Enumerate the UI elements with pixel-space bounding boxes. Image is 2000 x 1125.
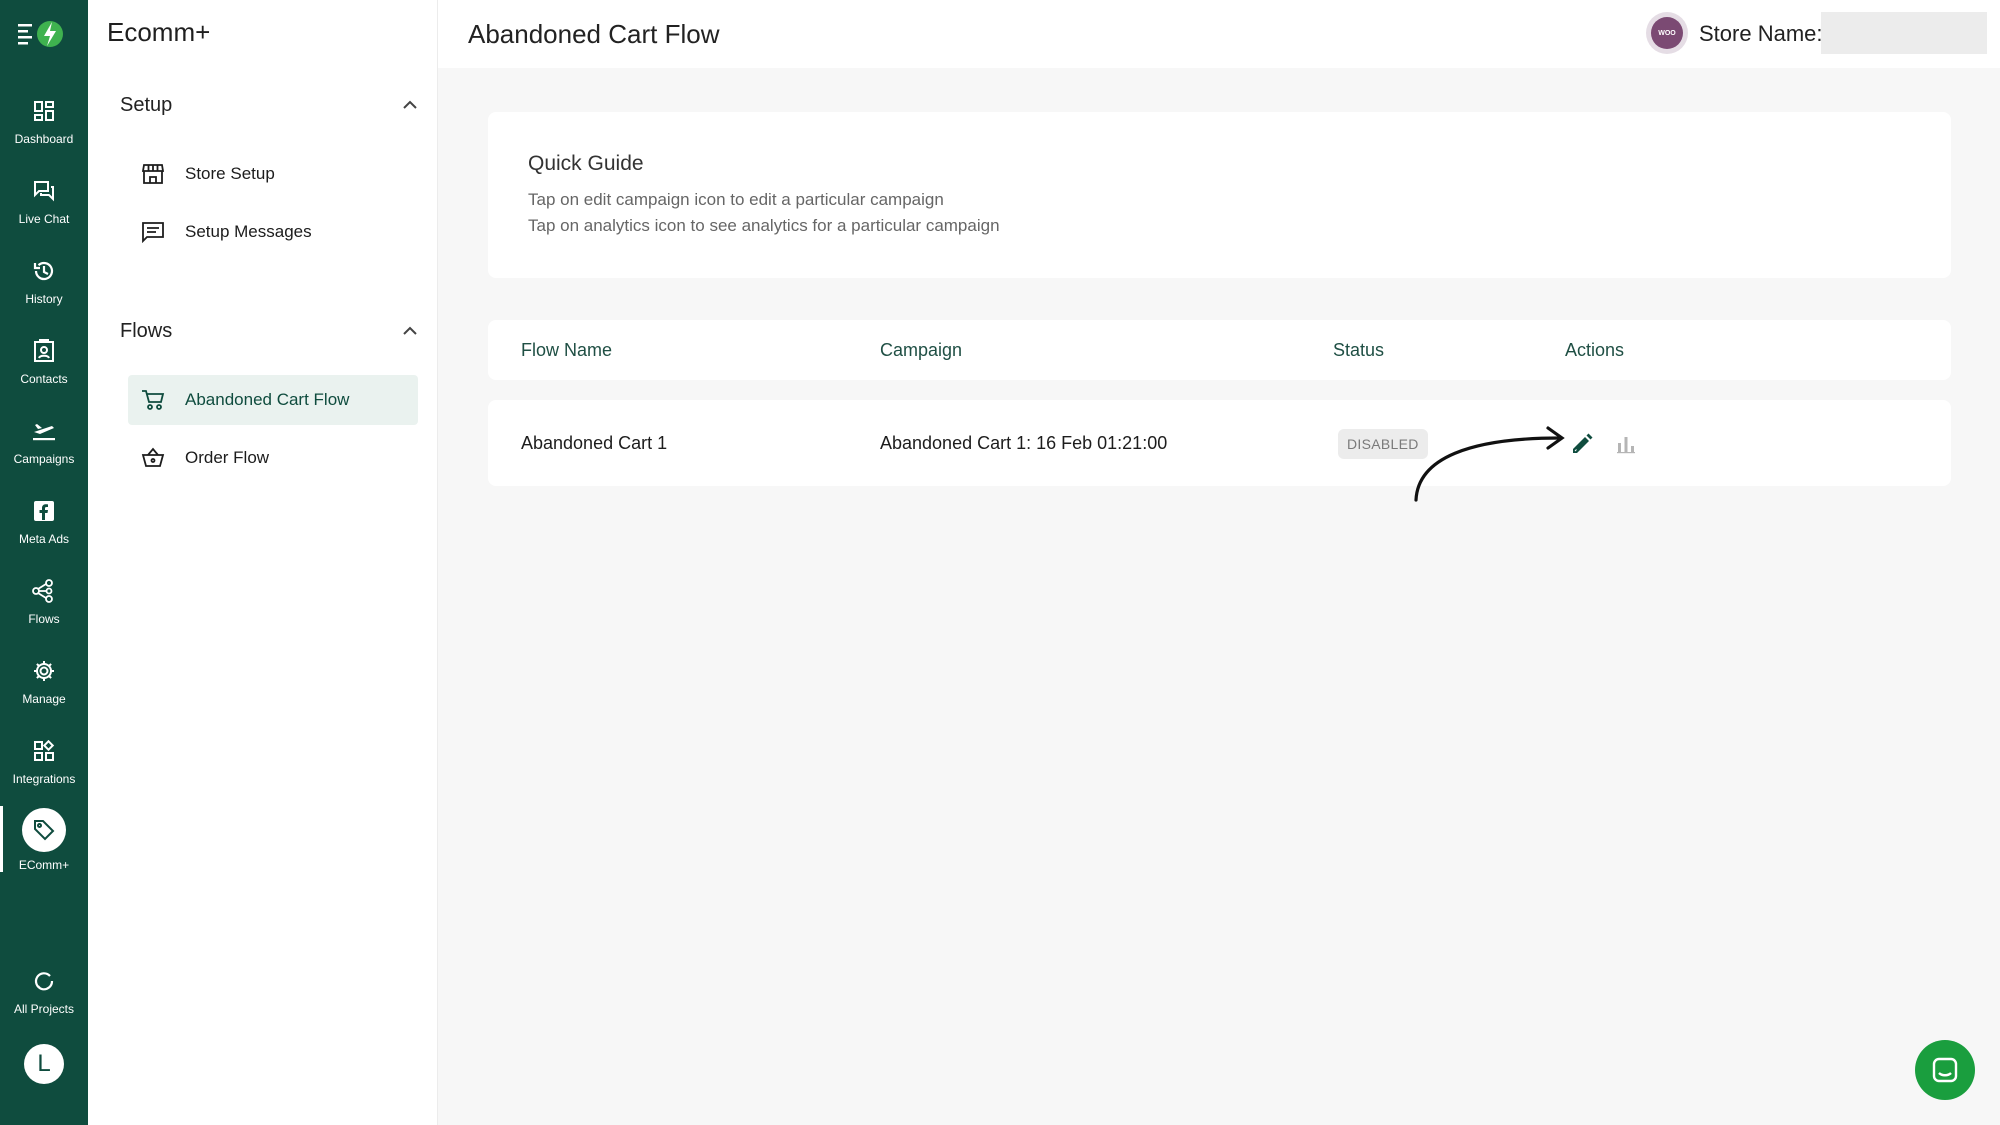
sidebar-item-abandoned-cart-flow[interactable]: Abandoned Cart Flow bbox=[128, 375, 418, 425]
page-header: Abandoned Cart Flow WOO Store Name: bbox=[438, 0, 2000, 68]
page-title: Abandoned Cart Flow bbox=[468, 19, 720, 49]
chevron-up-icon[interactable] bbox=[400, 95, 420, 115]
campaign-cell: Abandoned Cart 1: 16 Feb 01:21:00 bbox=[880, 433, 1168, 453]
column-header-actions: Actions bbox=[1565, 340, 1625, 360]
section-label: Flows bbox=[120, 319, 173, 342]
rail-item-history[interactable]: History bbox=[0, 256, 88, 330]
sidebar-item-label: Order Flow bbox=[185, 448, 270, 467]
table-row: Abandoned Cart 1 Abandoned Cart 1: 16 Fe… bbox=[488, 400, 1951, 486]
tag-icon bbox=[22, 808, 66, 852]
sidebar-item-label: Store Setup bbox=[185, 164, 275, 183]
rail-label: Flows bbox=[28, 612, 60, 626]
table-header: Flow Name Campaign Status Actions bbox=[488, 320, 1951, 380]
edit-campaign-button[interactable] bbox=[1568, 430, 1596, 458]
quick-guide-title: Quick Guide bbox=[528, 152, 644, 175]
chevron-up-icon[interactable] bbox=[400, 321, 420, 341]
rail-item-all-projects[interactable]: All Projects bbox=[0, 966, 88, 1040]
message-icon bbox=[140, 219, 166, 245]
store-name-value bbox=[1821, 12, 1987, 54]
rail-item-meta-ads[interactable]: Meta Ads bbox=[0, 496, 88, 570]
cart-icon bbox=[140, 387, 166, 413]
section-header-setup[interactable]: Setup bbox=[120, 90, 420, 120]
store-logo: WOO bbox=[1646, 12, 1688, 54]
rail-item-manage[interactable]: Manage bbox=[0, 656, 88, 730]
analytics-button[interactable] bbox=[1612, 430, 1640, 458]
pencil-icon bbox=[1573, 433, 1593, 453]
secondary-sidebar: Ecomm+ Setup Store Setup Setup Messages … bbox=[88, 0, 438, 1125]
chat-icon bbox=[29, 176, 59, 206]
sidebar-item-label: Setup Messages bbox=[185, 222, 312, 241]
rail-label: Contacts bbox=[20, 372, 68, 386]
section-label: Setup bbox=[120, 93, 173, 116]
rail-label: All Projects bbox=[13, 1002, 75, 1016]
annotation-arrow-icon bbox=[1414, 426, 1565, 502]
rail-item-dashboard[interactable]: Dashboard bbox=[0, 96, 88, 170]
rail-item-campaigns[interactable]: Campaigns bbox=[0, 416, 88, 490]
sidebar-item-order-flow[interactable]: Order Flow bbox=[128, 433, 418, 483]
rail-label: History bbox=[25, 292, 63, 306]
rail-label: Campaigns bbox=[13, 452, 75, 466]
sidebar-title: Ecomm+ bbox=[107, 17, 211, 47]
sidebar-item-store-setup[interactable]: Store Setup bbox=[128, 149, 418, 199]
chat-bubble-icon bbox=[1932, 1057, 1958, 1083]
primary-nav-rail: Dashboard Live Chat History Contacts Cam… bbox=[0, 0, 88, 1125]
column-header-status: Status bbox=[1333, 340, 1385, 360]
bar-chart-icon bbox=[1617, 437, 1635, 454]
dashboard-icon bbox=[29, 96, 59, 126]
rail-label: Meta Ads bbox=[18, 532, 70, 546]
quick-guide-line: Tap on analytics icon to see analytics f… bbox=[528, 216, 1000, 235]
contacts-icon bbox=[29, 336, 59, 366]
campaigns-icon bbox=[29, 416, 59, 446]
flows-icon bbox=[29, 576, 59, 606]
basket-icon bbox=[140, 445, 166, 471]
quick-guide-line: Tap on edit campaign icon to edit a part… bbox=[528, 190, 944, 209]
rail-item-integrations[interactable]: Integrations bbox=[0, 736, 88, 810]
flow-name-cell: Abandoned Cart 1 bbox=[521, 433, 668, 453]
rail-label: Manage bbox=[22, 692, 66, 706]
store-icon bbox=[140, 161, 166, 187]
column-header-campaign: Campaign bbox=[880, 340, 963, 360]
store-logo-text: WOO bbox=[1651, 17, 1683, 49]
app-logo-icon[interactable] bbox=[16, 16, 70, 52]
store-name-label: Store Name: bbox=[1699, 21, 1823, 46]
column-header-flow-name: Flow Name bbox=[521, 340, 613, 360]
section-header-flows[interactable]: Flows bbox=[120, 316, 420, 346]
gear-icon bbox=[29, 656, 59, 686]
rail-label: Dashboard bbox=[14, 132, 74, 146]
rail-item-contacts[interactable]: Contacts bbox=[0, 336, 88, 410]
support-chat-button[interactable] bbox=[1915, 1040, 1975, 1100]
rail-label: Integrations bbox=[12, 772, 76, 786]
user-avatar[interactable]: L bbox=[24, 1044, 64, 1084]
rail-item-flows[interactable]: Flows bbox=[0, 576, 88, 650]
refresh-icon bbox=[29, 966, 59, 996]
rail-label: EComm+ bbox=[18, 858, 70, 872]
rail-item-live-chat[interactable]: Live Chat bbox=[0, 176, 88, 250]
integrations-icon bbox=[29, 736, 59, 766]
history-icon bbox=[29, 256, 59, 286]
sidebar-item-setup-messages[interactable]: Setup Messages bbox=[128, 207, 418, 257]
rail-label: Live Chat bbox=[18, 212, 70, 226]
sidebar-item-label: Abandoned Cart Flow bbox=[185, 390, 350, 409]
rail-item-ecomm[interactable]: EComm+ bbox=[0, 806, 88, 890]
quick-guide-card: Quick Guide Tap on edit campaign icon to… bbox=[488, 112, 1951, 278]
facebook-icon bbox=[29, 496, 59, 526]
